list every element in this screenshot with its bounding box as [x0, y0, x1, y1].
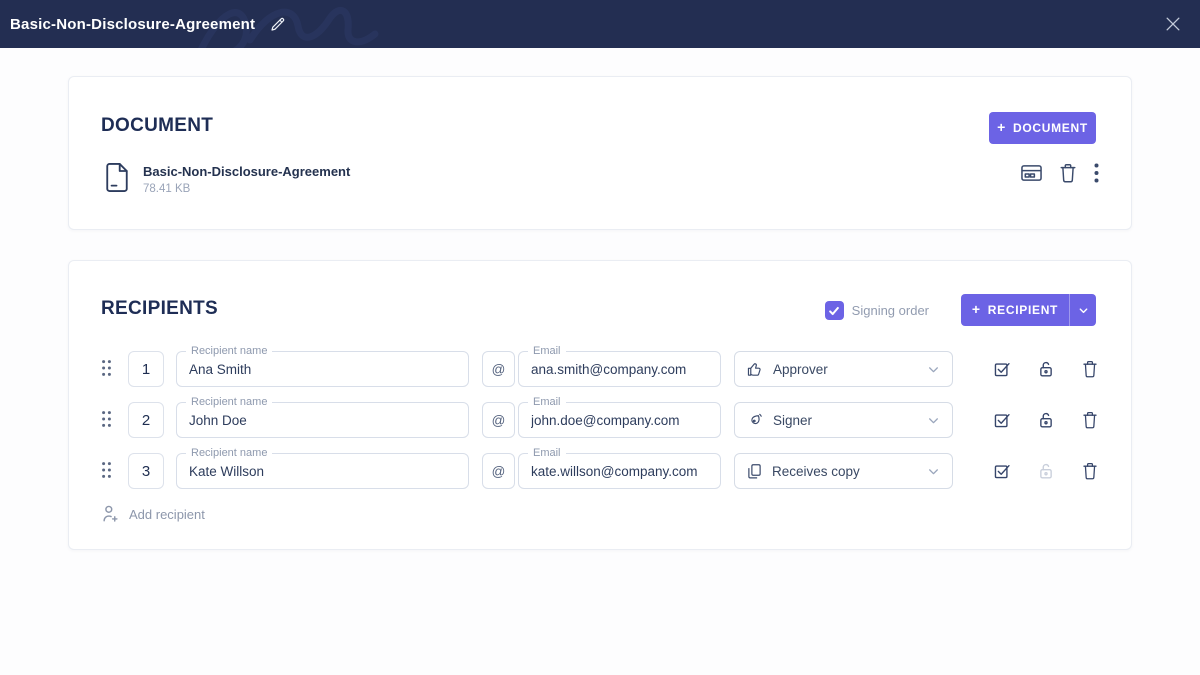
pencil-icon[interactable]: [267, 13, 289, 35]
recipient-email-field: Email: [518, 351, 721, 387]
trash-icon[interactable]: [1082, 411, 1098, 429]
file-size: 78.41 KB: [143, 183, 350, 195]
order-number: 1: [142, 361, 150, 378]
lock-icon[interactable]: [1038, 411, 1054, 429]
kebab-menu-icon[interactable]: [1094, 163, 1099, 183]
recipient-name-field: Recipient name: [176, 402, 469, 438]
thumbs-up-icon: [747, 361, 763, 377]
file-actions: [1021, 163, 1099, 183]
lock-icon[interactable]: [1038, 462, 1054, 480]
recipient-rows: 1 Recipient name @ Email Approver: [69, 261, 1131, 549]
pen-icon: [747, 412, 763, 428]
copy-icon: [747, 463, 762, 480]
drag-handle-icon[interactable]: [101, 359, 112, 377]
order-number: 3: [142, 463, 150, 480]
file-row: Basic-Non-Disclosure-Agreement 78.41 KB: [104, 161, 350, 195]
recipient-row: 3 Recipient name @ Email Receives copy: [69, 453, 1131, 489]
close-icon[interactable]: [1162, 13, 1184, 35]
modal-header: Basic-Non-Disclosure-Agreement: [0, 0, 1200, 48]
checkbox-check-icon[interactable]: [993, 411, 1011, 429]
recipient-name-field: Recipient name: [176, 351, 469, 387]
document-card: DOCUMENT + DOCUMENT Basic-Non-Disclosure…: [68, 76, 1132, 230]
add-user-icon: [102, 505, 119, 523]
trash-icon[interactable]: [1082, 360, 1098, 378]
order-number: 2: [142, 412, 150, 429]
document-section-title: DOCUMENT: [101, 115, 213, 137]
role-value: Signer: [773, 413, 927, 428]
trash-icon[interactable]: [1082, 462, 1098, 480]
checkbox-check-icon[interactable]: [993, 360, 1011, 378]
card-fields-icon[interactable]: [1021, 164, 1042, 182]
recipient-name-field: Recipient name: [176, 453, 469, 489]
signing-order-number: 3: [128, 453, 164, 489]
file-info: Basic-Non-Disclosure-Agreement 78.41 KB: [143, 161, 350, 195]
recipients-card: RECIPIENTS Signing order +RECIPIENT 1 Re…: [68, 260, 1132, 550]
chevron-down-icon: [927, 465, 940, 478]
recipient-name-input[interactable]: [177, 454, 468, 488]
checkbox-check-icon[interactable]: [993, 462, 1011, 480]
at-sign-icon: @: [482, 402, 515, 438]
add-document-button[interactable]: + DOCUMENT: [989, 112, 1096, 144]
trash-icon[interactable]: [1059, 163, 1077, 183]
file-name: Basic-Non-Disclosure-Agreement: [143, 165, 350, 178]
at-sign-icon: @: [482, 453, 515, 489]
recipient-name-input[interactable]: [177, 352, 468, 386]
role-select[interactable]: Approver: [734, 351, 953, 387]
role-select[interactable]: Receives copy: [734, 453, 953, 489]
signing-order-number: 2: [128, 402, 164, 438]
role-value: Receives copy: [772, 464, 927, 479]
add-recipient-link[interactable]: Add recipient: [102, 505, 205, 523]
role-value: Approver: [773, 362, 927, 377]
drag-handle-icon[interactable]: [101, 461, 112, 479]
recipient-email-field: Email: [518, 402, 721, 438]
add-recipient-link-label: Add recipient: [129, 507, 205, 522]
recipient-email-input[interactable]: [519, 352, 720, 386]
recipient-email-input[interactable]: [519, 403, 720, 437]
recipient-name-input[interactable]: [177, 403, 468, 437]
recipient-row: 2 Recipient name @ Email Signer: [69, 402, 1131, 438]
recipient-email-field: Email: [518, 453, 721, 489]
at-sign-icon: @: [482, 351, 515, 387]
role-select[interactable]: Signer: [734, 402, 953, 438]
document-title: Basic-Non-Disclosure-Agreement: [10, 16, 255, 33]
recipient-email-input[interactable]: [519, 454, 720, 488]
chevron-down-icon: [927, 414, 940, 427]
signing-order-number: 1: [128, 351, 164, 387]
file-document-icon: [104, 162, 130, 193]
drag-handle-icon[interactable]: [101, 410, 112, 428]
plus-icon: +: [997, 119, 1006, 135]
lock-icon[interactable]: [1038, 360, 1054, 378]
chevron-down-icon: [927, 363, 940, 376]
recipient-row: 1 Recipient name @ Email Approver: [69, 351, 1131, 387]
add-document-label: DOCUMENT: [1013, 121, 1088, 135]
